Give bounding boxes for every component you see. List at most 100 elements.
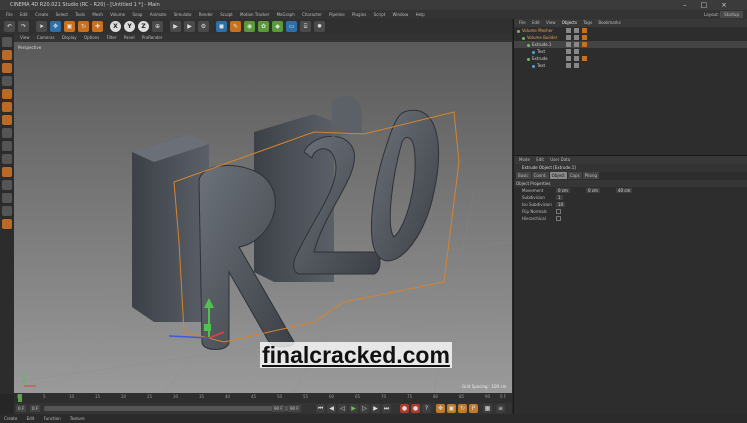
menu-render[interactable]: Render [199, 12, 213, 17]
pen-spline-icon[interactable]: ✎ [230, 21, 241, 32]
visibility-icon[interactable] [566, 28, 571, 33]
am-menu-mode[interactable]: Mode [519, 157, 530, 162]
array-icon[interactable]: ✿ [258, 21, 269, 32]
visibility-icon[interactable] [566, 35, 571, 40]
subtab-object[interactable]: Object [549, 172, 567, 179]
enabled-check-icon[interactable] [574, 49, 579, 54]
prev-key-icon[interactable]: ◀ [327, 404, 336, 413]
menu-pipeline[interactable]: Pipeline [329, 12, 345, 17]
next-key-icon[interactable]: ▶ [371, 404, 380, 413]
tweak-mode-icon[interactable] [2, 141, 12, 151]
timeline-menu-icon[interactable]: ≡ [496, 404, 505, 413]
subtab-basic[interactable]: Basic [516, 172, 531, 179]
menu-create[interactable]: Create [35, 12, 48, 17]
points-mode-icon[interactable] [2, 89, 12, 99]
subtab-coord[interactable]: Coord. [531, 172, 549, 179]
hierarchical-checkbox[interactable] [556, 216, 561, 221]
goto-end-icon[interactable]: ⏭ [382, 404, 391, 413]
layout-select[interactable]: Startup [720, 11, 743, 18]
menu-snap[interactable]: Snap [132, 12, 142, 17]
solo-icon[interactable] [2, 193, 12, 203]
play-icon[interactable]: ▶ [349, 404, 358, 413]
enabled-check-icon[interactable] [574, 28, 579, 33]
menu-window[interactable]: Window [393, 12, 409, 17]
object-row[interactable]: Volume Mesher [514, 27, 747, 34]
enabled-check-icon[interactable] [574, 35, 579, 40]
key-rotation-icon[interactable]: ↻ [458, 404, 467, 413]
tag-icon[interactable] [582, 28, 587, 33]
menu-script[interactable]: Script [374, 12, 386, 17]
subdivision-field[interactable]: 1 [556, 195, 563, 200]
menu-character[interactable]: Character [302, 12, 322, 17]
menu-mograph[interactable]: MoGraph [277, 12, 295, 17]
key-selection-icon[interactable]: ? [422, 404, 431, 413]
prev-frame-icon[interactable]: ◁ [338, 404, 347, 413]
material-menu-create[interactable]: Create [4, 416, 17, 421]
locked-workplane-icon[interactable] [2, 167, 12, 177]
lock-x-button[interactable]: X [110, 21, 121, 32]
camera-icon[interactable]: ⌸ [300, 21, 311, 32]
movement-x-field[interactable]: 0 cm [556, 188, 570, 193]
menu-edit[interactable]: Edit [20, 12, 28, 17]
key-parameter-icon[interactable]: P [469, 404, 478, 413]
move-tool-icon[interactable]: ✥ [50, 21, 61, 32]
am-menu-edit[interactable]: Edit [536, 157, 544, 162]
scale-tool-icon[interactable]: ▣ [64, 21, 75, 32]
lock-y-button[interactable]: Y [124, 21, 135, 32]
menu-plugins[interactable]: Plugins [352, 12, 366, 17]
object-row-selected[interactable]: Extrude.1 [514, 41, 747, 48]
tag-icon[interactable] [582, 42, 587, 47]
preview-end-field[interactable]: 90 F [288, 405, 301, 412]
axis-mode-icon[interactable] [2, 128, 12, 138]
viewport-menu-options[interactable]: Options [84, 35, 99, 40]
visibility-icon[interactable] [566, 63, 571, 68]
tag-icon[interactable] [582, 56, 587, 61]
render-picture-viewer-icon[interactable]: ▶ [184, 21, 195, 32]
om-menu-objects[interactable]: Objects [562, 20, 577, 25]
enabled-check-icon[interactable] [574, 63, 579, 68]
menu-motion-tracker[interactable]: Motion Tracker [240, 12, 269, 17]
coordinate-system-icon[interactable]: ⊕ [152, 21, 163, 32]
om-menu-tags[interactable]: Tags [583, 20, 592, 25]
viewport-menu-panel[interactable]: Panel [124, 35, 135, 40]
menu-sculpt[interactable]: Sculpt [220, 12, 233, 17]
viewport-menu-display[interactable]: Display [62, 35, 77, 40]
close-button[interactable]: × [721, 1, 741, 9]
minimize-button[interactable]: – [683, 1, 701, 9]
current-frame-field[interactable]: 0 F [30, 405, 41, 412]
floor-icon[interactable]: ▭ [286, 21, 297, 32]
subdivision-icon[interactable]: ◉ [244, 21, 255, 32]
key-pla-icon[interactable]: ▦ [483, 404, 492, 413]
lock-z-button[interactable]: Z [138, 21, 149, 32]
sculpt-icon[interactable] [2, 219, 12, 229]
menu-help[interactable]: Help [416, 12, 425, 17]
cube-icon[interactable]: ◼ [216, 21, 227, 32]
viewport-menu-cameras[interactable]: Cameras [37, 35, 55, 40]
snap-icon[interactable] [2, 154, 12, 164]
model-mode-icon[interactable] [2, 50, 12, 60]
object-row[interactable]: Text [514, 48, 747, 55]
subtab-caps[interactable]: Caps [567, 172, 582, 179]
flip-normals-checkbox[interactable] [556, 209, 561, 214]
om-menu-view[interactable]: View [546, 20, 556, 25]
viewport-solo-icon[interactable] [2, 206, 12, 216]
autokey-icon[interactable]: ● [411, 404, 420, 413]
menu-animate[interactable]: Animate [150, 12, 167, 17]
record-key-icon[interactable]: ● [400, 404, 409, 413]
polygons-mode-icon[interactable] [2, 115, 12, 125]
om-menu-edit[interactable]: Edit [532, 20, 540, 25]
menu-select[interactable]: Select [56, 12, 68, 17]
material-menu-function[interactable]: Function [44, 416, 61, 421]
render-view-icon[interactable]: ▶ [170, 21, 181, 32]
material-menu-texture[interactable]: Texture [70, 416, 85, 421]
maximize-button[interactable]: □ [701, 1, 722, 9]
object-row[interactable]: Text [514, 62, 747, 69]
movement-z-field[interactable]: 40 cm [616, 188, 633, 193]
viewport-menu-filter[interactable]: Filter [107, 35, 117, 40]
render-settings-icon[interactable]: ⚙ [198, 21, 209, 32]
deformer-icon[interactable]: ◆ [272, 21, 283, 32]
om-menu-bookmarks[interactable]: Bookmarks [598, 20, 620, 25]
iso-subdivision-field[interactable]: 10 [556, 202, 566, 207]
object-row[interactable]: Extrude [514, 55, 747, 62]
menu-simulate[interactable]: Simulate [174, 12, 192, 17]
